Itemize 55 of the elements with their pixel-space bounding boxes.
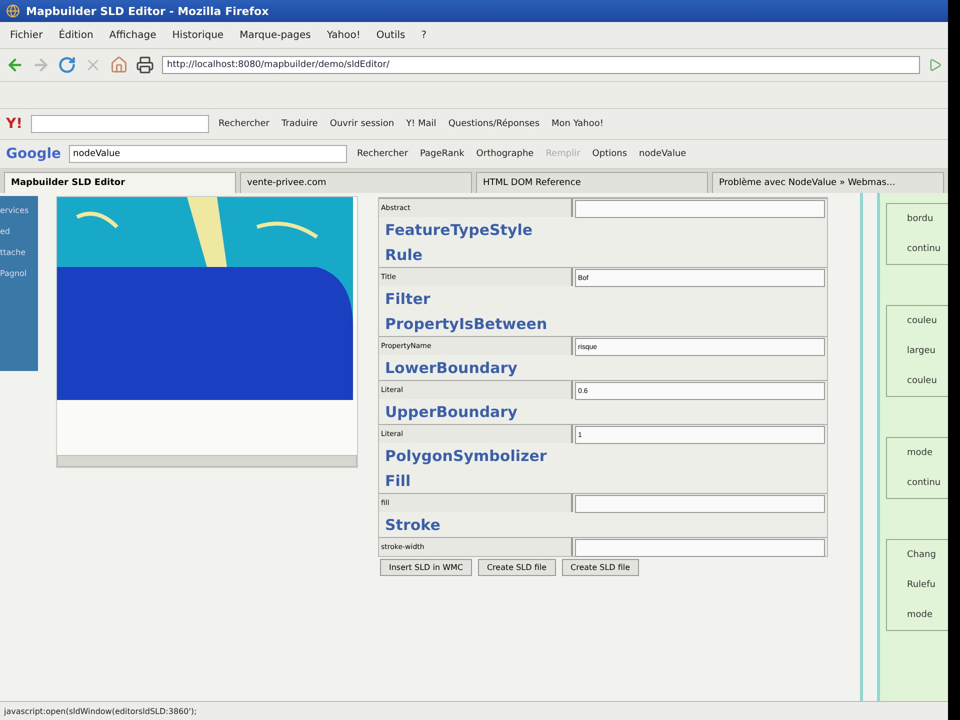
browser-tab[interactable]: vente-privee.com <box>240 172 472 193</box>
toolbar-button[interactable]: Orthographe <box>474 149 536 159</box>
section-heading: Rule <box>384 245 424 266</box>
legend-text: couleu <box>907 376 938 386</box>
section-heading: Stroke <box>384 515 442 536</box>
yahoo-logo[interactable]: Y! <box>6 116 23 132</box>
toolbar-button[interactable]: Options <box>590 149 630 159</box>
form-button[interactable]: Create SLD file <box>478 559 556 576</box>
toolbar-button[interactable]: Rechercher <box>355 149 410 159</box>
section-heading: LowerBoundary <box>384 358 518 379</box>
menu-item[interactable]: Marque-pages <box>236 30 315 40</box>
section-heading: PropertyIsBetween <box>384 314 548 335</box>
toolbar-button[interactable]: Ouvrir session <box>328 119 396 129</box>
section-heading: FeatureTypeStyle <box>384 220 534 241</box>
browser-tab[interactable]: Mapbuilder SLD Editor <box>4 172 236 193</box>
section-heading: UpperBoundary <box>384 402 518 423</box>
toolbar-button[interactable]: Rechercher <box>216 119 272 129</box>
section-heading: Fill <box>384 471 412 492</box>
sidebar-item[interactable]: Pagnol <box>0 269 38 278</box>
legend-text: Rulefu <box>907 580 936 590</box>
section-heading: Filter <box>384 289 432 310</box>
menu-item[interactable]: ? <box>417 30 431 40</box>
window-title: Mapbuilder SLD Editor - Mozilla Firefox <box>0 0 948 22</box>
toolbar-button[interactable]: Y! Mail <box>404 119 438 129</box>
browser-tab[interactable]: Problème avec NodeValue » Webmas… <box>712 172 944 193</box>
menu-item[interactable]: Édition <box>54 30 98 40</box>
google-logo[interactable]: Google <box>6 146 62 162</box>
legend-text: mode <box>907 448 934 458</box>
legend-text: bordu <box>907 214 934 224</box>
menu-item[interactable]: Yahoo! <box>322 30 364 40</box>
menu-item[interactable]: Outils <box>372 30 410 40</box>
search-field[interactable]: nodeValue <box>69 145 348 163</box>
section-heading: PolygonSymbolizer <box>384 446 548 467</box>
sidebar-item[interactable]: ed <box>0 227 38 236</box>
legend-text: mode <box>907 610 934 620</box>
sidebar-item[interactable]: ervices <box>0 206 38 215</box>
address-field[interactable]: http://localhost:8080/mapbuilder/demo/sldEditor/ <box>162 56 920 74</box>
browser-tab[interactable]: HTML DOM Reference <box>476 172 708 193</box>
legend-text: Chang <box>907 550 937 560</box>
toolbar-button[interactable]: Questions/Réponses <box>446 119 542 129</box>
legend-text: couleu <box>907 316 938 326</box>
toolbar-button[interactable]: nodeValue <box>637 149 688 159</box>
toolbar-button[interactable]: PageRank <box>418 149 466 159</box>
form-button[interactable]: Create SLD file <box>562 559 640 576</box>
legend-text: continu <box>907 244 942 254</box>
legend-text: largeu <box>907 346 937 356</box>
menu-item[interactable]: Affichage <box>105 30 160 40</box>
toolbar-button[interactable]: Mon Yahoo! <box>550 119 606 129</box>
toolbar-button[interactable]: Traduire <box>280 119 320 129</box>
menu-item[interactable]: Fichier <box>6 30 47 40</box>
sidebar-item[interactable]: ttache <box>0 248 38 257</box>
form-button[interactable]: Insert SLD in WMC <box>380 559 472 576</box>
menu-item[interactable]: Historique <box>168 30 228 40</box>
legend-text: continu <box>907 478 942 488</box>
status-bar: javascript:open(sldWindow(editorsldSLD:3860'); <box>0 701 948 720</box>
